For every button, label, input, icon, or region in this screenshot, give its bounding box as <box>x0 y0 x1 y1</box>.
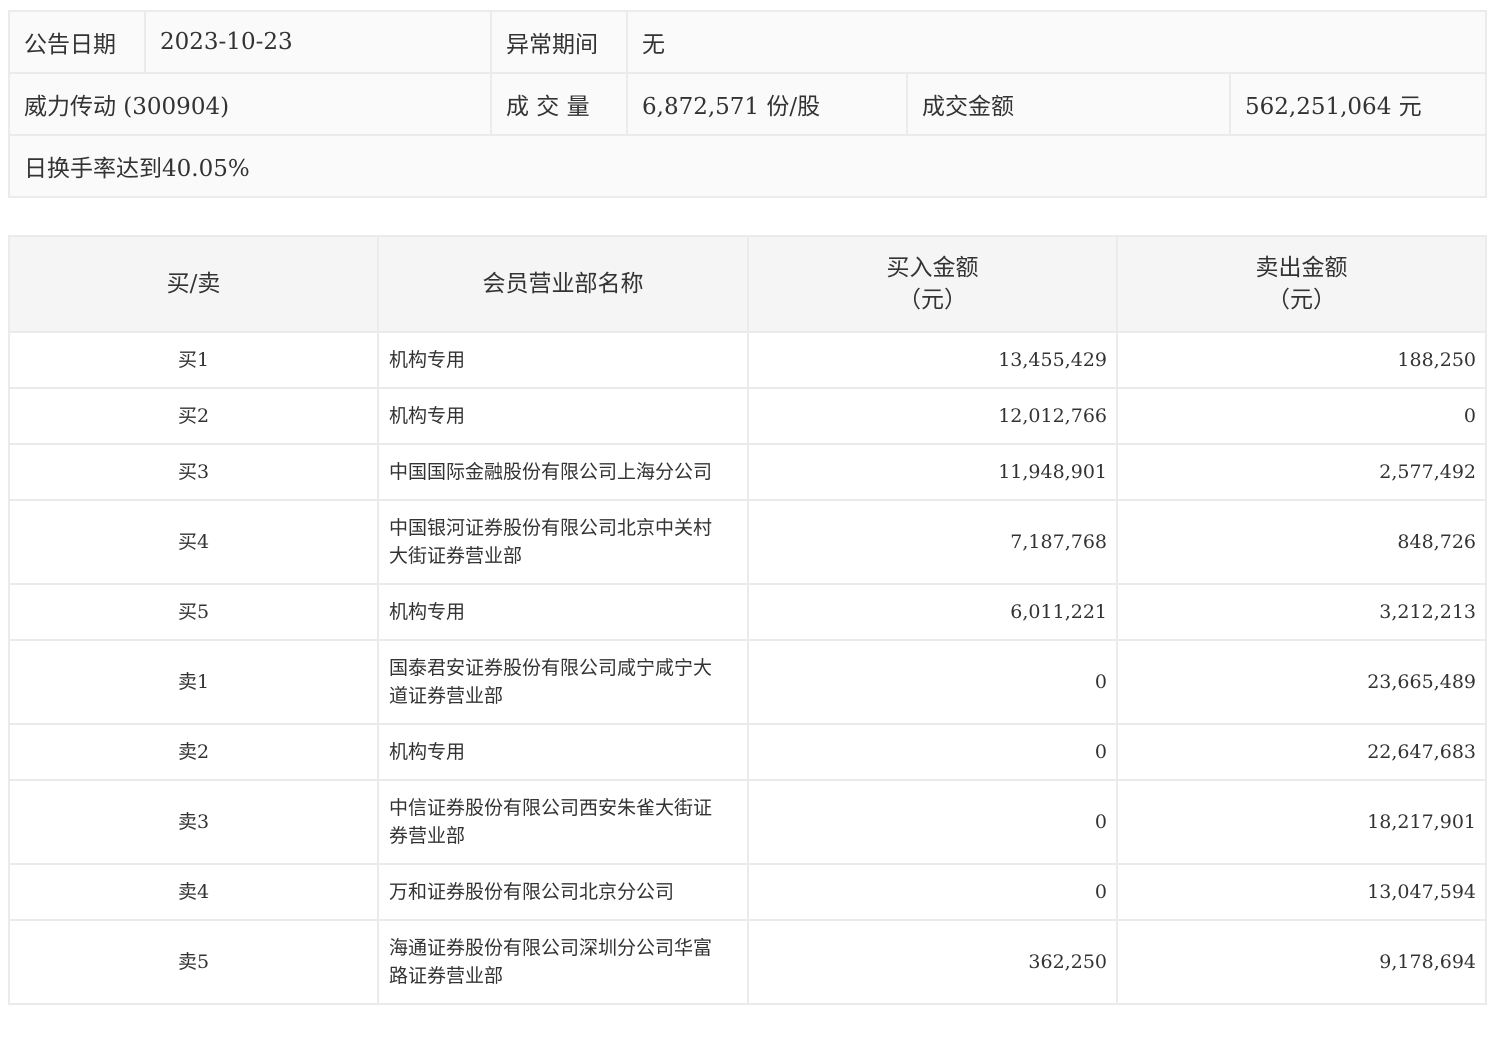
row-buy-amount: 6,011,221 <box>747 583 1118 641</box>
abnormal-period-value: 无 <box>626 10 1487 74</box>
row-side: 买1 <box>8 331 379 389</box>
row-buy-amount: 0 <box>747 779 1118 865</box>
trading-detail-table: 买/卖 会员营业部名称 买入金额 （元） 卖出金额 （元） 买1 机构专用 13… <box>8 235 1487 1005</box>
table-row: 买1 机构专用 13,455,429 188,250 <box>8 331 1487 389</box>
row-sell-amount: 188,250 <box>1116 331 1487 389</box>
header-buy-amount-unit: （元） <box>898 287 967 313</box>
row-branch-name: 中国银河证券股份有限公司北京中关村大街证券营业部 <box>377 499 749 585</box>
row-branch-name: 机构专用 <box>377 387 749 445</box>
summary-table: 公告日期 2023-10-23 异常期间 无 威力传动 (300904) 成 交… <box>8 10 1487 198</box>
row-buy-amount: 11,948,901 <box>747 443 1118 501</box>
row-side: 卖2 <box>8 723 379 781</box>
table-row: 卖3 中信证券股份有限公司西安朱雀大街证券营业部 0 18,217,901 <box>8 779 1487 865</box>
row-branch-name: 国泰君安证券股份有限公司咸宁咸宁大道证券营业部 <box>377 639 749 725</box>
row-buy-amount: 12,012,766 <box>747 387 1118 445</box>
row-sell-amount: 0 <box>1116 387 1487 445</box>
row-sell-amount: 3,212,213 <box>1116 583 1487 641</box>
table-row: 卖2 机构专用 0 22,647,683 <box>8 723 1487 781</box>
header-sell-amount: 卖出金额 （元） <box>1116 235 1487 333</box>
amount-label: 成交金额 <box>906 72 1231 136</box>
row-side: 买4 <box>8 499 379 585</box>
row-side: 卖3 <box>8 779 379 865</box>
summary-row-reason: 日换手率达到40.05% <box>8 134 1487 198</box>
row-branch-name: 机构专用 <box>377 723 749 781</box>
row-buy-amount: 0 <box>747 639 1118 725</box>
row-branch-name: 万和证券股份有限公司北京分公司 <box>377 863 749 921</box>
volume-label: 成 交 量 <box>490 72 628 136</box>
abnormal-period-label: 异常期间 <box>490 10 628 74</box>
table-header-row: 买/卖 会员营业部名称 买入金额 （元） 卖出金额 （元） <box>8 235 1487 333</box>
row-sell-amount: 2,577,492 <box>1116 443 1487 501</box>
row-side: 买3 <box>8 443 379 501</box>
row-branch-name: 机构专用 <box>377 583 749 641</box>
row-branch-name: 海通证券股份有限公司深圳分公司华富路证券营业部 <box>377 919 749 1005</box>
row-branch-name: 中信证券股份有限公司西安朱雀大街证券营业部 <box>377 779 749 865</box>
row-side: 卖1 <box>8 639 379 725</box>
table-row: 卖5 海通证券股份有限公司深圳分公司华富路证券营业部 362,250 9,178… <box>8 919 1487 1005</box>
listing-reason: 日换手率达到40.05% <box>8 134 1487 198</box>
amount-value: 562,251,064 元 <box>1229 72 1487 136</box>
header-buy-amount: 买入金额 （元） <box>747 235 1118 333</box>
table-row: 卖4 万和证券股份有限公司北京分公司 0 13,047,594 <box>8 863 1487 921</box>
row-sell-amount: 13,047,594 <box>1116 863 1487 921</box>
row-sell-amount: 9,178,694 <box>1116 919 1487 1005</box>
row-sell-amount: 23,665,489 <box>1116 639 1487 725</box>
header-buy-amount-title: 买入金额 <box>886 255 979 281</box>
table-row: 买5 机构专用 6,011,221 3,212,213 <box>8 583 1487 641</box>
summary-row-date: 公告日期 2023-10-23 异常期间 无 <box>8 10 1487 74</box>
announce-date-value: 2023-10-23 <box>144 10 492 74</box>
summary-row-stock: 威力传动 (300904) 成 交 量 6,872,571 份/股 成交金额 5… <box>8 72 1487 136</box>
row-sell-amount: 22,647,683 <box>1116 723 1487 781</box>
row-buy-amount: 13,455,429 <box>747 331 1118 389</box>
row-buy-amount: 0 <box>747 723 1118 781</box>
header-branch-name: 会员营业部名称 <box>377 235 749 333</box>
row-sell-amount: 18,217,901 <box>1116 779 1487 865</box>
row-buy-amount: 362,250 <box>747 919 1118 1005</box>
row-side: 买5 <box>8 583 379 641</box>
row-side: 卖4 <box>8 863 379 921</box>
row-branch-name: 机构专用 <box>377 331 749 389</box>
volume-value: 6,872,571 份/股 <box>626 72 908 136</box>
row-buy-amount: 7,187,768 <box>747 499 1118 585</box>
table-row: 买3 中国国际金融股份有限公司上海分公司 11,948,901 2,577,49… <box>8 443 1487 501</box>
header-sell-amount-title: 卖出金额 <box>1255 255 1348 281</box>
table-row: 买2 机构专用 12,012,766 0 <box>8 387 1487 445</box>
row-branch-name: 中国国际金融股份有限公司上海分公司 <box>377 443 749 501</box>
row-sell-amount: 848,726 <box>1116 499 1487 585</box>
table-row: 卖1 国泰君安证券股份有限公司咸宁咸宁大道证券营业部 0 23,665,489 <box>8 639 1487 725</box>
header-sell-amount-unit: （元） <box>1267 287 1336 313</box>
table-row: 买4 中国银河证券股份有限公司北京中关村大街证券营业部 7,187,768 84… <box>8 499 1487 585</box>
header-side: 买/卖 <box>8 235 379 333</box>
stock-name: 威力传动 (300904) <box>8 72 492 136</box>
row-side: 买2 <box>8 387 379 445</box>
row-buy-amount: 0 <box>747 863 1118 921</box>
announce-date-label: 公告日期 <box>8 10 146 74</box>
row-side: 卖5 <box>8 919 379 1005</box>
